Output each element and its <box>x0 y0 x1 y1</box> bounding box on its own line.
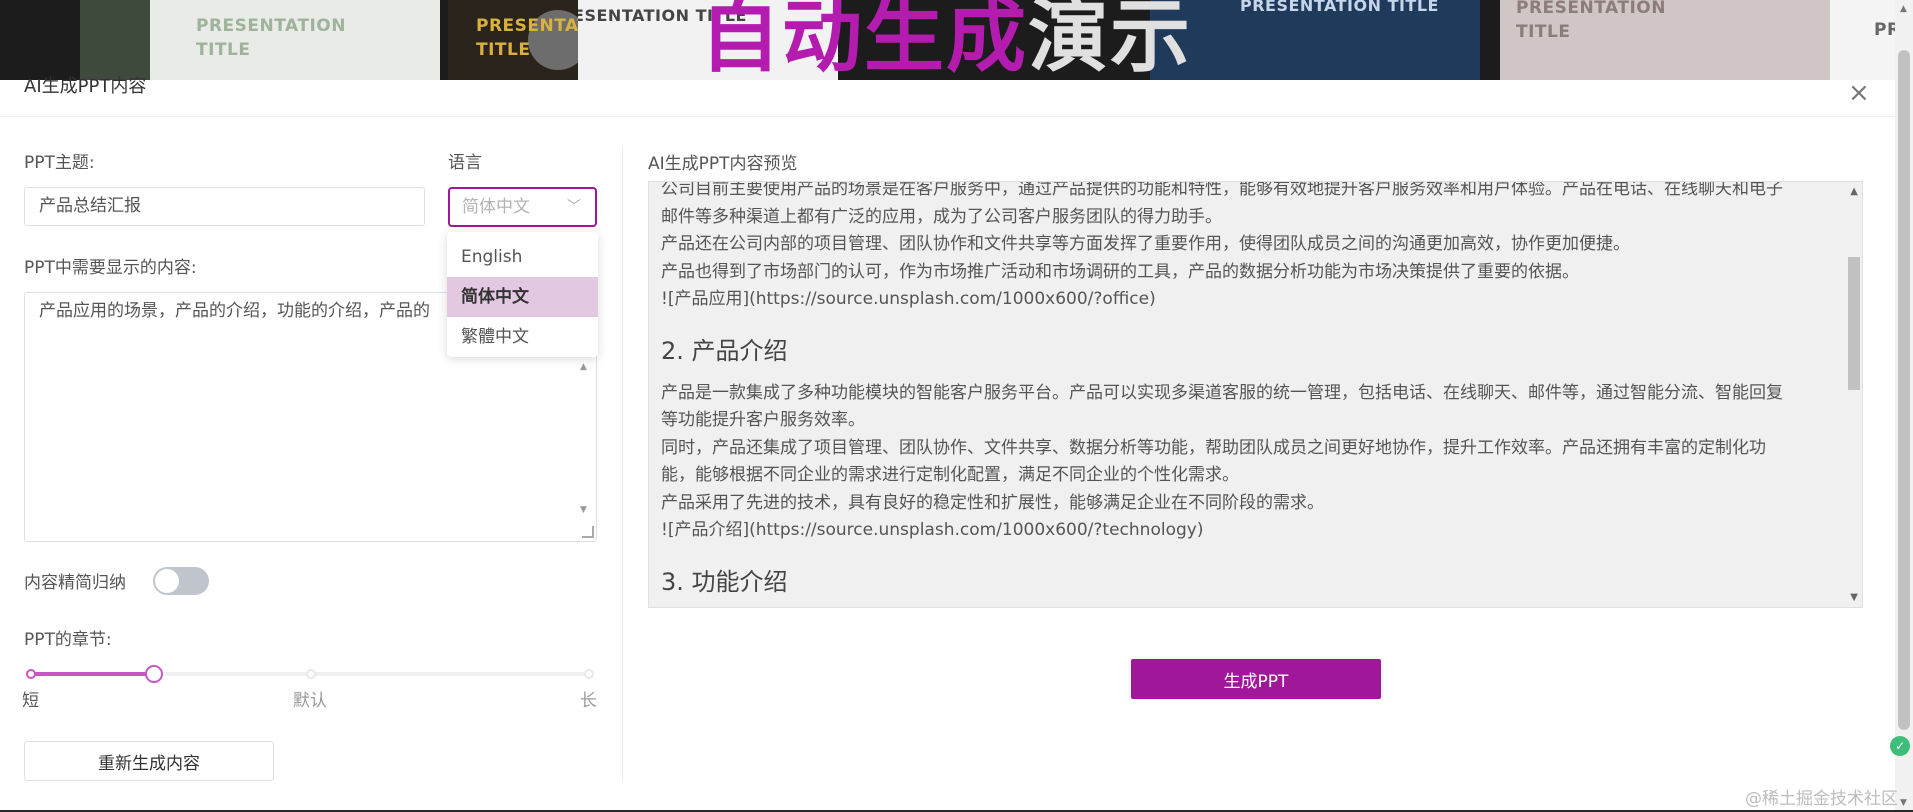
preview-line: 产品采用了先进的技术，具有良好的稳定性和扩展性，能够满足企业在不同阶段的需求。 <box>661 492 1324 513</box>
helper-badge-icon[interactable]: ✓ <box>1890 736 1910 756</box>
preview-line: 能，能够根据不同企业的需求进行定制化配置，满足不同企业的个性化需求。 <box>661 465 1239 485</box>
banner-title-part2: 演示 <box>1028 0 1192 80</box>
scroll-down-icon[interactable]: ▼ <box>1850 592 1858 603</box>
thumbnail-title: PRESENTATION TITLE <box>476 16 578 60</box>
preview-line: 产品也得到了市场部门的认可，作为市场推广活动和市场调研的工具，产品的数据分析功能… <box>661 261 1579 282</box>
thumbnail-image <box>80 0 150 80</box>
slider-label-short: 短 <box>22 691 39 711</box>
column-divider <box>622 146 623 781</box>
thumbnail-title: PRESENTATION TITLE <box>1516 0 1666 42</box>
preview-label: AI生成PPT内容预览 <box>648 154 798 174</box>
summarize-label: 内容精简归纳 <box>24 573 126 593</box>
language-option-english[interactable]: English <box>447 237 598 277</box>
content-label: PPT中需要显示的内容: <box>24 258 197 278</box>
header-divider <box>0 116 1895 117</box>
template-thumbnail[interactable]: PRESENTATION TITLE <box>1150 0 1480 80</box>
preview-line: 等功能提升客户服务效率。 <box>661 410 865 430</box>
template-thumbnail[interactable]: PRESENTATION TITLE <box>80 0 440 80</box>
preview-heading: 2. 产品介绍 <box>661 336 788 365</box>
scroll-down-icon[interactable]: ▼ <box>1900 798 1907 808</box>
language-dropdown: English 简体中文 繁體中文 <box>447 232 598 357</box>
toggle-knob <box>155 569 179 593</box>
summarize-toggle[interactable] <box>153 567 209 595</box>
preview-line: 邮件等多种渠道上都有广泛的应用，成为了公司客户服务团队的得力助手。 <box>661 206 1222 227</box>
close-icon[interactable]: × <box>1848 80 1870 106</box>
scroll-down-icon[interactable]: ▼ <box>580 505 587 515</box>
chapters-slider-handle[interactable] <box>145 665 163 683</box>
language-selected-value: 简体中文 <box>462 197 530 217</box>
banner-title-part1: 自动生成 <box>700 0 1028 80</box>
template-thumbnail[interactable]: PRESENTATION TITLE <box>1500 0 1830 80</box>
thumbnail-title: PRESENTATION TITLE <box>1240 0 1439 15</box>
preview-line: 同时，产品还集成了项目管理、团队协作、文件共享、数据分析等功能，帮助团队成员之间… <box>661 437 1766 458</box>
regenerate-button[interactable]: 重新生成内容 <box>24 741 274 781</box>
preview-line: 公司目前主要使用产品的场景是在客户服务中，通过产品提供的功能和特性，能够有效地提… <box>661 181 1783 199</box>
preview-panel[interactable]: 公司目前主要使用产品的场景是在客户服务中，通过产品提供的功能和特性，能够有效地提… <box>648 181 1863 608</box>
scroll-up-icon[interactable]: ▲ <box>580 362 587 372</box>
ai-generate-modal: AI生成PPT内容 × PPT主题: 产品总结汇报 语言 简体中文 ﹀ PPT中… <box>0 76 1895 812</box>
language-option-simplified-chinese[interactable]: 简体中文 <box>447 277 598 317</box>
generate-ppt-button[interactable]: 生成PPT <box>1131 659 1381 699</box>
topic-input[interactable]: 产品总结汇报 <box>24 187 425 226</box>
preview-heading: 3. 功能介绍 <box>661 567 788 596</box>
template-thumbnail[interactable]: PRESENTATION TITLE <box>448 0 578 80</box>
slider-stop-long[interactable] <box>584 669 594 679</box>
slider-label-default: 默认 <box>293 691 327 711</box>
scroll-up-icon[interactable]: ▲ <box>1850 186 1858 197</box>
scroll-up-icon[interactable]: ▲ <box>1900 4 1907 14</box>
watermark: @稀土掘金技术社区 <box>1745 789 1898 809</box>
page-scrollbar[interactable]: ▲ ▼ <box>1895 0 1913 812</box>
chapters-label: PPT的章节: <box>24 630 112 650</box>
resize-handle-icon[interactable] <box>582 526 594 538</box>
page-scrollbar-thumb[interactable] <box>1898 50 1910 730</box>
language-select[interactable]: 简体中文 ﹀ <box>448 187 597 227</box>
slider-stop-default[interactable] <box>306 669 316 679</box>
banner-title: 自动生成演示 <box>700 0 1192 80</box>
preview-line: 产品是一款集成了多种功能模块的智能客户服务平台。产品可以实现多渠道客服的统一管理… <box>661 382 1783 403</box>
preview-content: 公司目前主要使用产品的场景是在客户服务中，通过产品提供的功能和特性，能够有效地提… <box>661 181 1836 607</box>
thumbnail-title: PRESENTATION TITLE <box>196 16 346 60</box>
slider-label-long: 长 <box>580 691 597 711</box>
preview-line: ![产品应用](https://source.unsplash.com/1000… <box>661 289 1156 309</box>
chapters-slider-fill <box>31 672 154 676</box>
preview-line: ![产品介绍](https://source.unsplash.com/1000… <box>661 520 1204 540</box>
preview-scrollbar-thumb[interactable] <box>1848 257 1860 390</box>
modal-title: AI生成PPT内容 <box>24 76 147 97</box>
slider-stop-short[interactable] <box>26 669 36 679</box>
preview-line: 产品还在公司内部的项目管理、团队协作和文件共享等方面发挥了重要作用，使得团队成员… <box>661 234 1630 254</box>
topic-label: PPT主题: <box>24 153 95 173</box>
language-option-traditional-chinese[interactable]: 繁體中文 <box>447 317 598 357</box>
language-label: 语言 <box>448 153 482 173</box>
background-banner: PRESENTATION TITLE PRESENTATION TITLE PR… <box>0 0 1913 80</box>
chevron-down-icon: ﹀ <box>567 199 581 215</box>
